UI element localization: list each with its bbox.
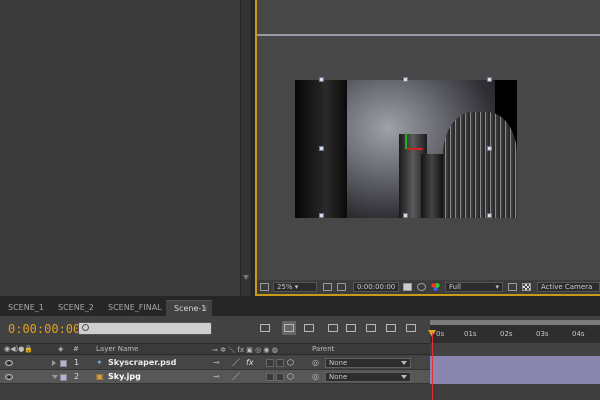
video-visibility-icon[interactable] [5,360,13,366]
motion-blur-switch[interactable] [276,373,284,381]
image-file-icon: ▣ [96,372,104,381]
label-color-swatch[interactable] [60,374,67,381]
current-time-display[interactable]: 0:00:00:00 [8,322,80,336]
quality-switch-icon[interactable]: ／ [232,356,240,370]
label-header-icon[interactable]: ◈ [58,345,63,353]
work-area-bar[interactable] [430,320,600,325]
layer-handle-bc[interactable] [403,213,408,218]
grid-overlay-icon[interactable] [323,283,332,291]
layer-name[interactable]: Skyscraper.psd [108,356,176,370]
chevron-down-icon [401,361,407,365]
timeline-empty-area [0,384,600,400]
layer-handle-br[interactable] [487,213,492,218]
snapshot-camera-icon[interactable] [403,283,412,291]
layer-name-header[interactable]: Layer Name [96,345,138,353]
tab-scene-final[interactable]: SCENE_FINAL [100,300,166,316]
shy-switch-icon[interactable]: ⊸ [213,356,220,370]
motion-blur-switch[interactable] [276,359,284,367]
layer-type-icon: ✦ [96,358,103,367]
draft-3d-icon[interactable] [302,321,316,335]
layer-handle-tr[interactable] [487,77,492,82]
gizmo-x-axis-icon[interactable] [407,148,423,150]
ruler-label-03s: 03s [536,330,549,338]
layer-track-bar-skyscraper[interactable] [430,356,600,370]
region-of-interest-icon[interactable] [508,283,517,291]
hide-shy-layers-icon[interactable] [326,321,340,335]
tab-scene-1-active[interactable]: Scene-1 × [166,300,212,316]
collapse-layer-icon[interactable] [52,375,58,379]
composition-frame[interactable] [295,80,517,218]
expand-layer-icon[interactable] [52,360,56,366]
parent-header[interactable]: Parent [312,345,334,353]
search-icon [82,324,89,331]
project-panel-scrollbar[interactable] [240,0,251,296]
layer-handle-bl[interactable] [319,213,324,218]
resolution-select[interactable]: Full ▾ [445,282,503,292]
quality-switch-icon[interactable]: ／ [232,370,240,384]
layer-name[interactable]: Sky.jpg [108,370,141,384]
ruler-label-0s: 0s [436,330,445,338]
av-features-header-icon[interactable]: ◉◀)●🔒 [4,345,33,353]
layer-handle-tc[interactable] [403,77,408,82]
layer-handle-tl[interactable] [319,77,324,82]
tab-scene-1[interactable]: SCENE_1 [0,300,48,316]
switches-header-icons[interactable]: ⊸ ✲ ＼ fx ▣ ◎ ◉ ◍ [212,345,278,355]
3d-layer-switch-icon[interactable]: ⬡ [287,370,294,384]
always-preview-icon[interactable] [260,283,269,291]
color-channels-icon[interactable] [431,283,440,291]
3d-layer-switch-icon[interactable]: ⬡ [287,356,294,370]
chevron-down-icon [401,375,407,379]
skyscraper-mid2-image [421,154,443,218]
live-update-icon[interactable] [282,321,296,335]
layer-handle-ml[interactable] [319,146,324,151]
pickwhip-icon[interactable]: ◎ [312,370,319,384]
graph-editor-icon[interactable] [404,321,418,335]
label-color-swatch[interactable] [60,360,67,367]
gizmo-y-axis-icon[interactable] [405,133,407,149]
parent-select[interactable]: None [325,358,411,368]
layer-track-bar-sky[interactable] [430,370,600,384]
frame-blend-switch[interactable] [266,373,274,381]
tab-scene-2[interactable]: SCENE_2 [50,300,100,316]
layer-row-skyscraper[interactable]: 1 ✦ Skyscraper.psd ⊸ ／ fx ⬡ ◎ None [0,356,430,370]
mask-visibility-icon[interactable] [337,283,346,291]
magnification-select[interactable]: 25% ▾ [273,282,317,292]
transparency-grid-icon[interactable] [522,283,531,291]
show-snapshot-icon[interactable] [417,283,426,291]
close-tab-icon[interactable]: × [201,301,208,317]
ruler-label-02s: 02s [500,330,513,338]
shy-switch-icon[interactable]: ⊸ [213,370,220,384]
parent-select[interactable]: None [325,372,411,382]
current-time-indicator-line[interactable] [432,333,433,400]
scroll-down-arrow-icon[interactable] [243,275,249,280]
layer-number: 1 [74,358,80,367]
skyscraper-right-image [443,112,517,218]
pickwhip-icon[interactable]: ◎ [312,356,319,370]
layer-row-sky[interactable]: 2 ▣ Sky.jpg ⊸ ／ ⬡ ◎ None [0,370,430,384]
comp-timecode[interactable]: 0:00:00:00 [353,282,399,292]
layer-handle-mr[interactable] [487,146,492,151]
layer-number-header[interactable]: # [73,345,79,353]
layer-search-input[interactable] [78,322,212,335]
brainstorm-icon[interactable] [384,321,398,335]
comp-mini-flowchart-icon[interactable] [258,321,272,335]
project-panel [0,0,240,296]
ruler-label-04s: 04s [572,330,585,338]
viewer-guide-line [257,34,600,36]
camera-view-select[interactable]: Active Camera [537,282,600,292]
ruler-label-01s: 01s [464,330,477,338]
layer-number: 2 [74,372,80,381]
viewer-toolbar: 25% ▾ 0:00:00:00 Full ▾ Active Camera [257,280,600,294]
frame-blending-icon[interactable] [344,321,358,335]
frame-blend-switch[interactable] [266,359,274,367]
timeline-tab-strip: SCENE_1 SCENE_2 SCENE_FINAL Scene-1 × [0,296,600,316]
video-visibility-icon[interactable] [5,374,13,380]
effect-switch-icon[interactable]: fx [246,356,254,370]
motion-blur-icon[interactable] [364,321,378,335]
